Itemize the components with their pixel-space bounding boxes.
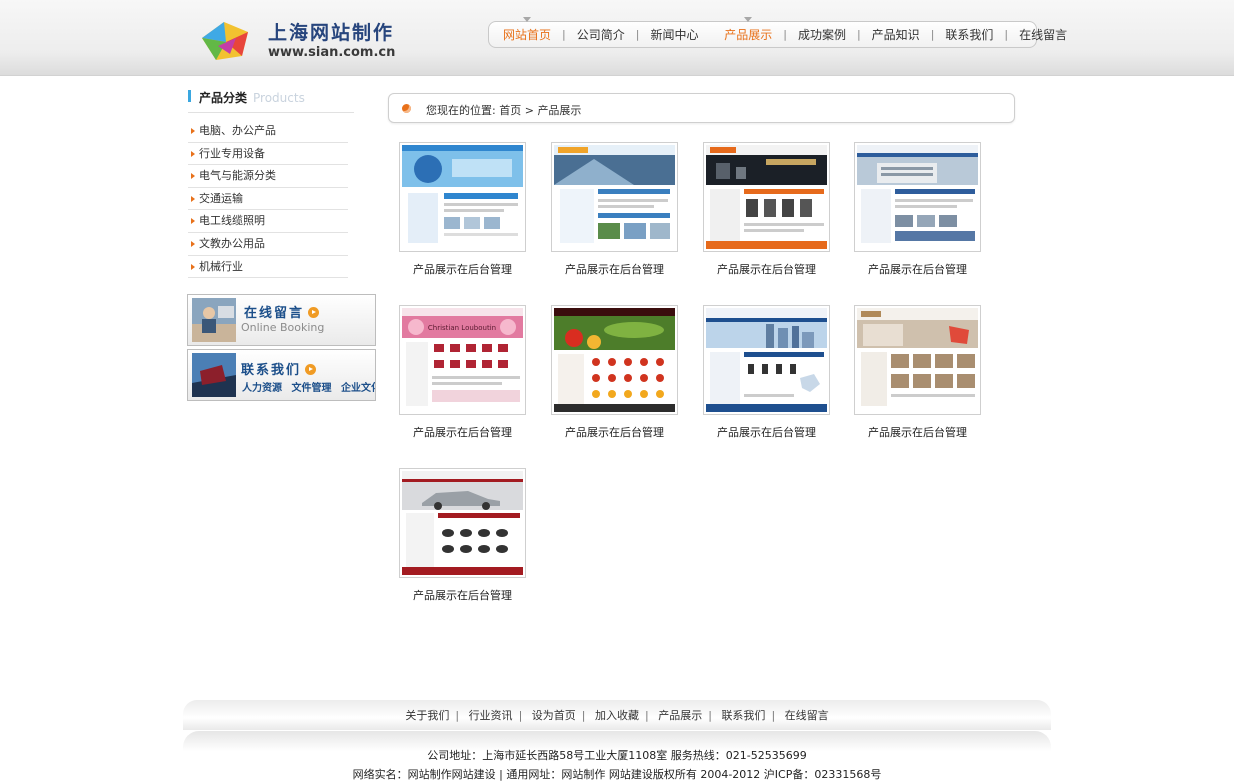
sidebar-title-text: 产品分类 [199, 91, 248, 105]
nav-separator: | [856, 28, 861, 41]
product-caption[interactable]: 产品展示在后台管理 [399, 424, 526, 440]
category-item[interactable]: 行业专用设备 [188, 143, 348, 166]
product-caption[interactable]: 产品展示在后台管理 [399, 261, 526, 277]
site-title: 上海网站制作 [268, 22, 395, 44]
steel-blue-site-thumb [554, 145, 675, 249]
link-hr[interactable]: 人力资源 [242, 383, 282, 394]
site-header: 上海网站制作 www.sian.com.cn 网站首页 | 公司简介 | 新闻中… [0, 0, 1234, 76]
product-card[interactable]: Christian Louboutin 产品展示在后台管理 [399, 305, 526, 440]
product-caption[interactable]: 产品展示在后台管理 [551, 261, 678, 277]
sidebar-title: 产品分类 Products [188, 89, 354, 113]
product-card[interactable]: 产品展示在后台管理 [551, 305, 678, 440]
breadcrumb-current: 产品展示 [537, 104, 582, 117]
footer-link-message[interactable]: 在线留言 [785, 709, 829, 722]
title-accent-bar [188, 90, 191, 102]
product-caption[interactable]: 产品展示在后台管理 [399, 587, 526, 603]
breadcrumb: 您现在的位置: 首页 > 产品展示 [388, 93, 1015, 123]
building-site-thumb [857, 145, 978, 249]
product-card[interactable]: 产品展示在后台管理 [551, 142, 678, 277]
blue-corporate-site-thumb [402, 145, 523, 249]
car-site-thumb [402, 471, 523, 575]
site-url: www.sian.com.cn [268, 45, 396, 60]
link-files[interactable]: 文件管理 [291, 383, 331, 394]
product-card[interactable]: 产品展示在后台管理 [703, 142, 830, 277]
category-item[interactable]: 文教办公用品 [188, 233, 348, 256]
city-skyline-site-thumb [706, 308, 827, 412]
banner-brand-text: Christian Louboutin [428, 324, 496, 332]
footer-link-homepage[interactable]: 设为首页 [532, 709, 576, 722]
nav-separator: | [930, 28, 935, 41]
footer-link-products[interactable]: 产品展示 [658, 709, 702, 722]
nav-separator: | [1004, 28, 1009, 41]
nav-products[interactable]: 产品展示 [724, 17, 772, 43]
product-card[interactable]: 产品展示在后台管理 [854, 305, 981, 440]
nav-contact[interactable]: 联系我们 [945, 26, 993, 43]
booking-title: 在线留言 [244, 306, 305, 321]
footer-link-about[interactable]: 关于我们 [405, 709, 449, 722]
food-site-thumb [554, 308, 675, 412]
nav-cases[interactable]: 成功案例 [798, 26, 846, 43]
contact-title: 联系我们 [241, 363, 302, 378]
logo-cube-icon [202, 22, 248, 60]
product-card[interactable]: 产品展示在后台管理 [399, 142, 526, 277]
breadcrumb-separator: > [524, 104, 534, 117]
category-item[interactable]: 机械行业 [188, 256, 348, 279]
footer-link-news[interactable]: 行业资讯 [469, 709, 513, 722]
footer-links: 关于我们 | 行业资讯 | 设为首页 | 加入收藏 | 产品展示 | 联系我们 | 在线留言 [183, 700, 1051, 730]
footer-info: 公司地址：上海市延长西路58号工业大厦1108室 服务热线：021-525356… [183, 731, 1051, 784]
footer-address: 公司地址：上海市延长西路58号工业大厦1108室 服务热线：021-525356… [427, 749, 807, 762]
product-card[interactable]: 产品展示在后台管理 [854, 142, 981, 277]
site-logo[interactable]: 上海网站制作 www.sian.com.cn [196, 14, 396, 66]
nav-news[interactable]: 新闻中心 [650, 26, 698, 43]
arrow-right-icon [308, 307, 320, 318]
category-item[interactable]: 电脑、办公产品 [188, 120, 348, 143]
nav-separator: | [562, 28, 566, 41]
category-list: 电脑、办公产品 行业专用设备 电气与能源分类 交通运输 电工线缆照明 文教办公用… [188, 120, 348, 279]
product-caption[interactable]: 产品展示在后台管理 [854, 261, 981, 277]
nav-message[interactable]: 在线留言 [1019, 26, 1067, 43]
product-card[interactable]: 产品展示在后台管理 [703, 305, 830, 440]
sidebar-title-en: Products [253, 91, 305, 105]
product-caption[interactable]: 产品展示在后台管理 [703, 424, 830, 440]
bullet-icon [402, 104, 411, 113]
nav-home[interactable]: 网站首页 [503, 17, 551, 43]
interior-site-thumb [857, 308, 978, 412]
ship-icon [192, 353, 236, 397]
footer-link-bookmark[interactable]: 加入收藏 [595, 709, 639, 722]
dark-equipment-site-thumb [706, 145, 827, 249]
person-at-desk-icon [192, 298, 236, 342]
nav-separator: | [635, 28, 640, 41]
breadcrumb-home[interactable]: 首页 [499, 104, 521, 117]
product-caption[interactable]: 产品展示在后台管理 [551, 424, 678, 440]
footer-copyright: 网络实名：网站制作网站建设 | 通用网址：网站制作 网站建设版权所有 2004-… [352, 768, 882, 781]
category-item[interactable]: 交通运输 [188, 188, 348, 211]
breadcrumb-prefix: 您现在的位置: [426, 104, 496, 117]
nav-knowledge[interactable]: 产品知识 [872, 26, 920, 43]
main-nav: 网站首页 | 公司简介 | 新闻中心 | 产品展示 | 成功案例 | 产品知识 … [488, 17, 1067, 48]
pink-shoes-site-thumb: Christian Louboutin [402, 308, 523, 412]
contact-us-banner[interactable]: 联系我们 人力资源 文件管理 企业文化 [187, 349, 376, 401]
category-item[interactable]: 电气与能源分类 [188, 165, 348, 188]
nav-separator: | [783, 28, 787, 41]
product-card[interactable]: 产品展示在后台管理 [399, 468, 526, 603]
product-caption[interactable]: 产品展示在后台管理 [703, 261, 830, 277]
arrow-right-icon [305, 364, 317, 375]
nav-about[interactable]: 公司简介 [577, 26, 625, 43]
product-caption[interactable]: 产品展示在后台管理 [854, 424, 981, 440]
link-culture[interactable]: 企业文化 [341, 383, 375, 394]
category-item[interactable]: 电工线缆照明 [188, 210, 348, 233]
online-booking-banner[interactable]: 在线留言 Online Booking [187, 294, 376, 346]
footer-link-contact[interactable]: 联系我们 [721, 709, 765, 722]
booking-subtitle: Online Booking [241, 321, 325, 334]
